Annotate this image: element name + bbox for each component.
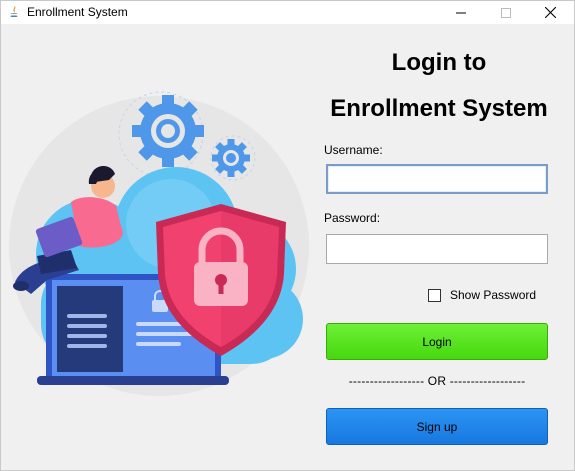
- security-illustration: [9, 91, 309, 396]
- login-heading-line2: Enrollment System: [330, 95, 548, 122]
- java-app-icon: [7, 5, 21, 19]
- close-icon: [545, 7, 556, 18]
- login-panel: Login to Enrollment System Username: Pas…: [1, 24, 574, 470]
- show-password-checkbox[interactable]: [428, 288, 441, 302]
- title-bar[interactable]: Enrollment System: [1, 1, 574, 24]
- signup-button[interactable]: Sign up: [326, 408, 548, 445]
- window-title: Enrollment System: [27, 5, 128, 19]
- application-window: Enrollment System Login to Enrollment Sy…: [0, 0, 575, 471]
- password-field[interactable]: [326, 234, 548, 264]
- username-label: Username:: [324, 143, 383, 157]
- maximize-icon: [500, 7, 511, 18]
- minimize-icon: [455, 12, 466, 13]
- maximize-button[interactable]: [483, 1, 528, 24]
- or-separator: ------------------ OR ------------------: [348, 374, 526, 388]
- username-field[interactable]: [326, 164, 548, 194]
- minimize-button[interactable]: [438, 1, 483, 24]
- show-password-label[interactable]: Show Password: [450, 288, 536, 302]
- password-label: Password:: [324, 211, 381, 225]
- show-password-toggle[interactable]: Show Password: [428, 287, 536, 303]
- close-button[interactable]: [528, 1, 573, 24]
- login-heading-line1: Login to: [391, 49, 487, 76]
- login-button[interactable]: Login: [326, 323, 548, 360]
